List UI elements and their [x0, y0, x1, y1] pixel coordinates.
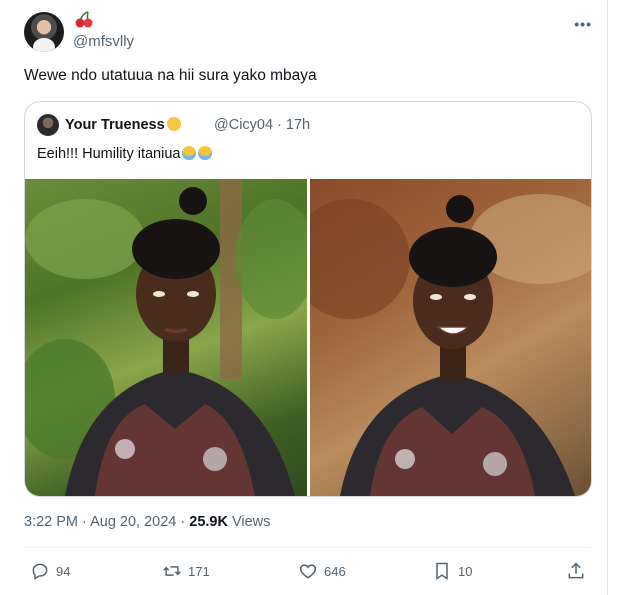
bookmark-icon [436, 562, 448, 580]
crying-face-icon [198, 146, 213, 160]
photo-right[interactable] [310, 179, 591, 496]
quote-text-content: Eeih!!! Humility itaniua [37, 146, 181, 162]
quote-author-handle-time[interactable]: @Cicy04 · 17h [214, 117, 310, 133]
tweet-text: Wewe ndo utatuua na hii sura yako mbaya [24, 67, 317, 84]
reply-button[interactable]: 94 [30, 561, 70, 581]
views-label: Views [227, 514, 271, 530]
more-options-icon[interactable]: ••• [574, 16, 592, 32]
tweet-meta: 3:22 PM · Aug 20, 2024 · 25.9K Views [24, 514, 270, 530]
author-handle[interactable]: @mfsvlly [73, 33, 134, 50]
quote-author-avatar[interactable] [37, 114, 59, 136]
quote-author-name-text: Your Trueness [65, 117, 165, 133]
repost-icon [163, 566, 181, 576]
author-avatar[interactable] [24, 12, 64, 52]
photo-left-illustration [25, 179, 307, 496]
repost-count: 171 [188, 563, 210, 579]
quote-text: Eeih!!! Humility itaniua [37, 146, 213, 162]
bookmark-count: 10 [458, 563, 473, 579]
like-button[interactable]: 646 [298, 561, 346, 581]
tweet-page: @mfsvlly ••• Wewe ndo utatuua na hii sur… [0, 0, 618, 595]
bookmark-button[interactable]: 10 [432, 561, 472, 581]
tweet-header: @mfsvlly ••• [24, 11, 594, 56]
reply-count: 94 [56, 563, 71, 579]
frame-border [607, 0, 608, 595]
reply-icon [32, 563, 48, 580]
views-count: 25.9K [189, 514, 228, 530]
photo-left[interactable] [25, 179, 307, 496]
relieved-face-icon [166, 117, 181, 131]
like-count: 646 [324, 563, 346, 579]
heart-icon [299, 564, 317, 579]
share-button[interactable] [566, 561, 586, 581]
action-bar: 94 171 646 10 [24, 561, 594, 585]
photo-right-illustration [310, 194, 591, 496]
cherry-icon [75, 11, 93, 28]
repost-button[interactable]: 171 [162, 561, 210, 581]
crying-face-icon [182, 146, 197, 160]
share-icon [568, 562, 584, 579]
divider [24, 547, 590, 548]
quote-author-name[interactable]: Your Trueness [65, 117, 181, 133]
tweet-time-date[interactable]: 3:22 PM · Aug 20, 2024 · [24, 514, 189, 530]
quoted-tweet[interactable]: Your Trueness @Cicy04 · 17h Eeih!!! Humi… [24, 101, 592, 497]
